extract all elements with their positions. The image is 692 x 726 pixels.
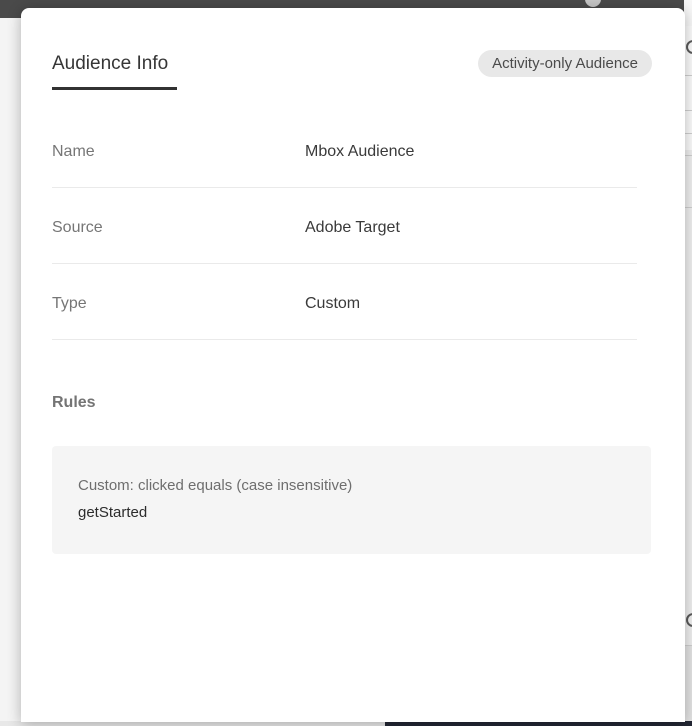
dialog-title: Audience Info: [52, 53, 169, 74]
audience-fields: Name Mbox Audience Source Adobe Target T…: [52, 90, 652, 340]
field-row-type: Type Custom: [52, 264, 637, 340]
rule-value: getStarted: [78, 504, 148, 521]
field-row-name: Name Mbox Audience: [52, 90, 637, 188]
background-divider: [684, 645, 692, 646]
field-value: Mbox Audience: [305, 143, 415, 160]
rules-box: Custom: clicked equals (case insensitive…: [52, 446, 651, 554]
page-background-left: [0, 18, 21, 726]
field-label: Type: [52, 295, 87, 312]
background-divider: [684, 155, 692, 156]
background-divider: [684, 110, 692, 111]
dialog-header: Audience Info Activity-only Audience: [52, 8, 652, 90]
field-value: Custom: [305, 295, 361, 312]
background-panel-segment: [684, 645, 692, 726]
tab-audience-info[interactable]: Audience Info: [52, 52, 177, 90]
background-panel-segment: [684, 150, 692, 645]
rule-condition: Custom: clicked equals (case insensitive…: [78, 477, 353, 494]
field-label: Name: [52, 143, 95, 160]
screen: { "modal": { "tab_label": "Audience Info…: [0, 0, 692, 726]
background-divider: [684, 207, 692, 208]
audience-info-dialog: Audience Info Activity-only Audience Nam…: [21, 8, 685, 722]
rules-heading: Rules: [52, 394, 96, 411]
field-row-source: Source Adobe Target: [52, 188, 637, 264]
background-divider: [684, 75, 692, 76]
tab-active-underline: [52, 87, 177, 90]
background-divider: [684, 133, 692, 134]
field-label: Source: [52, 219, 103, 236]
page-background-right: [684, 0, 692, 726]
field-value: Adobe Target: [305, 219, 400, 236]
audience-type-badge: Activity-only Audience: [478, 50, 652, 77]
